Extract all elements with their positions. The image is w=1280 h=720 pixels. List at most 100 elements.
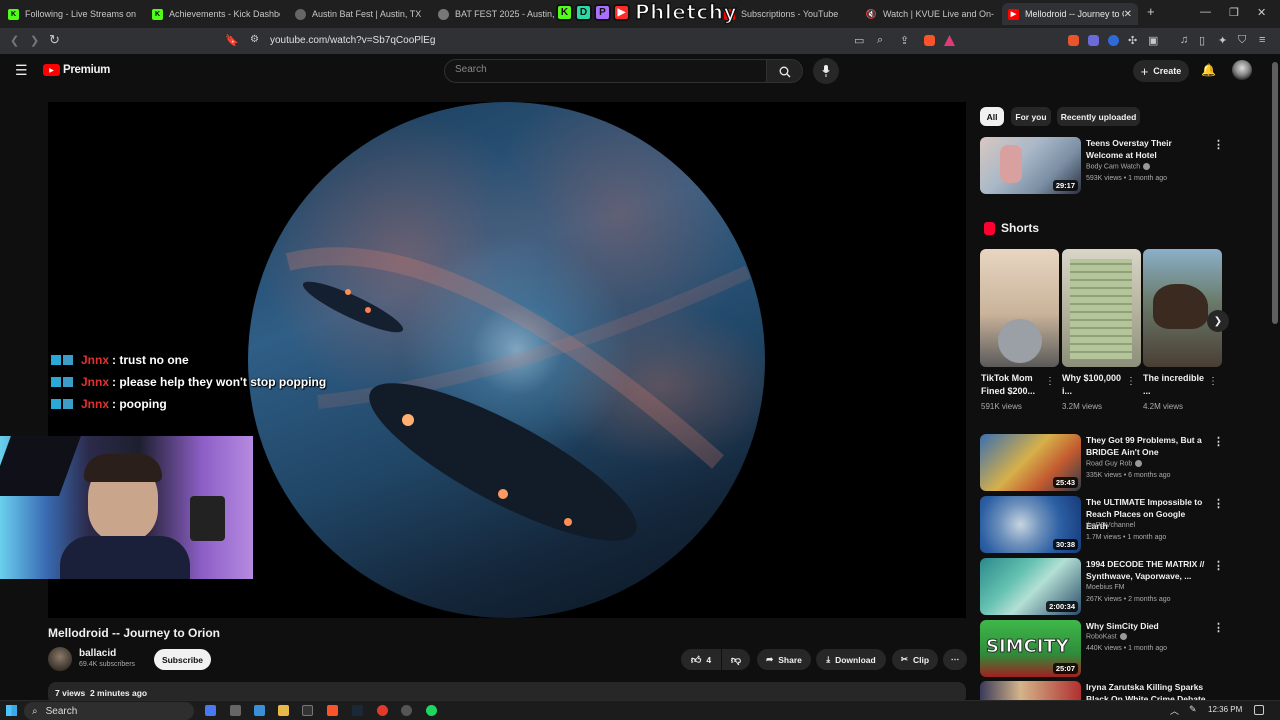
menu-icon[interactable]: ≡	[1259, 34, 1265, 46]
page-scrollbar[interactable]	[1272, 62, 1278, 324]
video-title-link[interactable]: 1994 DECODE THE MATRIX // Synthwave, Vap…	[1086, 558, 1206, 582]
brave-shields-icon[interactable]	[924, 35, 935, 46]
notifications-bell-icon[interactable]: 🔔	[1201, 63, 1216, 77]
youtube-logo[interactable]: ▶ Premium	[43, 64, 110, 76]
more-actions-button[interactable]: ⋯	[943, 649, 967, 670]
taskbar-clock[interactable]: 12:36 PM	[1208, 705, 1242, 714]
more-options-icon[interactable]: ⋮	[1213, 621, 1224, 634]
search-button[interactable]	[767, 59, 803, 83]
media-icon[interactable]: ♫	[1180, 34, 1188, 46]
obs-icon[interactable]	[302, 705, 313, 716]
wallet-icon[interactable]: ▣	[1148, 34, 1158, 47]
short-thumbnail[interactable]	[1143, 249, 1222, 367]
brave-browser-icon[interactable]	[327, 705, 338, 716]
short-title[interactable]: TikTok Mom Fined $200...	[981, 372, 1045, 398]
chip-recently-uploaded[interactable]: Recently uploaded	[1057, 107, 1140, 126]
chip-for-you[interactable]: For you	[1011, 107, 1051, 126]
video-channel[interactable]: RoboKast	[1086, 633, 1127, 640]
search-input[interactable]	[455, 64, 755, 75]
site-info-icon[interactable]: ⚙	[250, 34, 259, 45]
clip-button[interactable]: ✂ Clip	[892, 649, 938, 670]
short-title[interactable]: Why $100,000 i...	[1062, 372, 1126, 398]
taskview-icon[interactable]	[230, 705, 241, 716]
steam-icon[interactable]	[352, 705, 363, 716]
subscribe-button[interactable]: Subscribe	[154, 649, 211, 670]
close-tab-icon[interactable]: ✕	[1124, 9, 1138, 20]
app-icon[interactable]	[401, 705, 412, 716]
store-icon[interactable]	[254, 705, 265, 716]
like-button[interactable]: 👍︎ 4	[681, 649, 721, 670]
video-thumbnail[interactable]: 29:17	[980, 137, 1081, 194]
windows-start-icon[interactable]	[6, 705, 17, 716]
browser-tab-active[interactable]: ▶ Mellodroid -- Journey to O ✕	[1002, 3, 1138, 25]
spotify-icon[interactable]	[426, 705, 437, 716]
short-thumbnail[interactable]	[980, 249, 1059, 367]
more-options-icon[interactable]: ⋮	[1213, 435, 1224, 448]
more-options-icon[interactable]: ⋮	[1126, 376, 1136, 387]
dislike-button[interactable]: 👎︎	[722, 649, 750, 670]
video-thumbnail[interactable]: 25:43	[980, 434, 1081, 491]
reload-icon[interactable]: ↻	[49, 32, 60, 48]
url-text[interactable]: youtube.com/watch?v=Sb7qCooPlEg	[270, 35, 435, 46]
restore-icon[interactable]: ❐	[1229, 6, 1239, 19]
forward-icon[interactable]: ❯	[30, 34, 39, 47]
address-bar[interactable]: ⚙ youtube.com/watch?v=Sb7qCooPlEg ▭ ⌕ ⇪	[244, 30, 964, 52]
video-thumbnail[interactable]: 30:38	[980, 496, 1081, 553]
extension-icon[interactable]	[1068, 35, 1079, 46]
back-icon[interactable]: ❮	[10, 34, 19, 47]
video-channel[interactable]: Road Guy Rob	[1086, 460, 1143, 467]
more-options-icon[interactable]: ⋮	[1213, 559, 1224, 572]
extensions-puzzle-icon[interactable]: ✣	[1128, 34, 1137, 47]
search-box[interactable]	[444, 59, 767, 83]
browser-tab[interactable]: BAT FEST 2025 - Austin, Texa	[438, 3, 556, 25]
video-title-link[interactable]: They Got 99 Problems, But a BRIDGE Ain't…	[1086, 434, 1206, 458]
taskbar-search[interactable]: ⌕ Search	[24, 702, 194, 720]
channel-name[interactable]: ballacid	[79, 648, 116, 659]
browser-tab[interactable]: K Following - Live Streams on Ki	[8, 3, 136, 25]
browser-tab[interactable]: ▶ Subscriptions - YouTube	[724, 3, 852, 25]
browser-tab[interactable]: Austin Bat Fest | Austin, TX	[295, 3, 423, 25]
video-channel[interactable]: thePOVchannel	[1086, 522, 1135, 529]
minimize-icon[interactable]: —	[1200, 6, 1211, 18]
leo-ai-icon[interactable]: ✦	[1218, 34, 1227, 47]
new-tab-button[interactable]: +	[1147, 4, 1155, 19]
hamburger-menu-icon[interactable]: ☰	[15, 62, 28, 79]
share-button[interactable]: ➦ Share	[757, 649, 811, 670]
brave-rewards-icon[interactable]	[944, 35, 955, 46]
channel-avatar[interactable]	[48, 647, 72, 671]
window-close-icon[interactable]: ✕	[1257, 6, 1266, 19]
video-title-link[interactable]: Why SimCity Died	[1086, 620, 1206, 632]
browser-tab[interactable]: 🔇 Watch | KVUE Live and On-	[866, 3, 994, 25]
more-options-icon[interactable]: ⋮	[1045, 376, 1055, 387]
create-button[interactable]: + Create	[1133, 60, 1189, 82]
video-thumbnail[interactable]	[980, 681, 1081, 700]
short-title[interactable]: The incredible ...	[1143, 372, 1207, 398]
video-channel[interactable]: Moebius FM	[1086, 584, 1125, 591]
notification-center-icon[interactable]	[1254, 705, 1264, 715]
short-thumbnail[interactable]	[1062, 249, 1141, 367]
file-explorer-icon[interactable]	[278, 705, 289, 716]
video-thumbnail[interactable]: SIMCITY 25:07	[980, 620, 1081, 677]
zoom-icon[interactable]: ⌕	[877, 34, 883, 47]
cast-icon[interactable]: ▭	[854, 34, 864, 47]
vpn-icon[interactable]: ⛉	[1238, 34, 1246, 47]
tray-chevron-icon[interactable]: ︿	[1170, 704, 1179, 717]
more-options-icon[interactable]: ⋮	[1213, 138, 1224, 151]
more-options-icon[interactable]: ⋮	[1208, 376, 1218, 387]
video-thumbnail[interactable]: 2:00:34	[980, 558, 1081, 615]
pen-icon[interactable]: ✎	[1189, 704, 1197, 715]
extension-icon[interactable]	[1108, 35, 1119, 46]
shorts-next-button[interactable]: ❯	[1207, 310, 1229, 332]
extension-icon[interactable]	[1088, 35, 1099, 46]
app-icon[interactable]	[377, 705, 388, 716]
video-title-link[interactable]: Teens Overstay Their Welcome at Hotel	[1086, 137, 1206, 161]
download-button[interactable]: ⤓ Download	[816, 649, 886, 670]
bookmark-icon[interactable]: 🔖	[225, 34, 239, 47]
share-page-icon[interactable]: ⇪	[900, 34, 909, 47]
more-options-icon[interactable]: ⋮	[1213, 497, 1224, 510]
video-title-link[interactable]: Iryna Zarutska Killing Sparks Black On W…	[1086, 681, 1206, 700]
account-avatar[interactable]	[1232, 60, 1252, 80]
sidebar-icon[interactable]: ▯	[1199, 34, 1205, 47]
browser-tab[interactable]: K Achievements - Kick Dashboar	[152, 3, 280, 25]
chip-all[interactable]: All	[980, 107, 1004, 126]
